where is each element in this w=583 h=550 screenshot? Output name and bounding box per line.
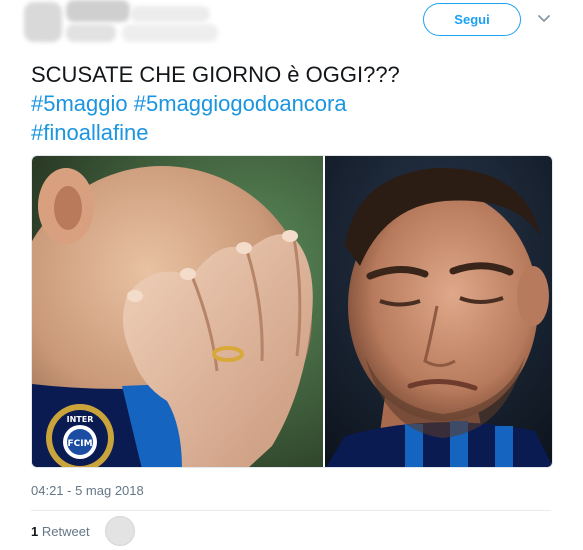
user-name-blurred-2 <box>130 6 210 22</box>
photo-player-covering-face[interactable]: INTER FCIM <box>32 156 323 467</box>
retweet-number: 1 <box>31 524 39 539</box>
hashtag-link[interactable]: #5maggio <box>31 91 128 116</box>
tweet-timestamp[interactable]: 04:21 - 5 mag 2018 <box>31 483 144 498</box>
user-handle-blurred[interactable] <box>66 24 116 42</box>
badge-text: INTER <box>67 415 94 424</box>
hashtag-link[interactable]: #5maggiogodoancora <box>134 91 347 116</box>
tweet-media[interactable]: INTER FCIM <box>31 155 553 468</box>
tweet-text-line: SCUSATE CHE GIORNO è OGGI??? <box>31 62 400 87</box>
hashtag-link[interactable]: #finoallafine <box>31 120 148 145</box>
follow-button[interactable]: Segui <box>423 3 521 36</box>
divider <box>31 510 551 511</box>
blurred-user-info <box>18 0 218 46</box>
tweet-text: SCUSATE CHE GIORNO è OGGI??? #5maggio #5… <box>31 60 551 147</box>
user-name-blurred[interactable] <box>66 0 130 22</box>
retweet-count[interactable]: 1 Retweet <box>31 524 90 539</box>
tweet-card: Segui SCUSATE CHE GIORNO è OGGI??? #5mag… <box>0 0 583 550</box>
badge-monogram: FCIM <box>67 439 92 449</box>
hashtag-line: #5maggio #5maggiogodoancora <box>31 89 551 118</box>
photo-crying-player[interactable] <box>325 156 552 467</box>
avatar[interactable] <box>24 2 62 42</box>
user-handle-blurred-2 <box>122 24 218 42</box>
retweet-label: Retweet <box>41 524 90 539</box>
hashtag-line: #finoallafine <box>31 118 551 147</box>
chevron-down-icon[interactable] <box>536 12 552 26</box>
retweeter-avatar[interactable] <box>105 516 135 546</box>
